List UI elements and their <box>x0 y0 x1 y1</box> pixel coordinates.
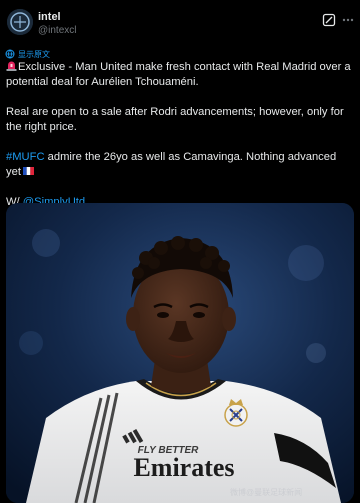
france-flag-icon <box>22 167 34 175</box>
tweet-header: intel @intexcl <box>0 0 360 46</box>
show-original-label: 显示原文 <box>18 49 50 59</box>
shirt-sponsor-text: Emirates <box>133 453 234 482</box>
tweet-paragraph-2: Real are open to a sale after Rodri adva… <box>6 106 344 133</box>
avatar[interactable] <box>7 9 33 35</box>
more-icon[interactable] <box>341 13 355 27</box>
siren-icon <box>6 61 17 71</box>
tweet-paragraph-3: #MUFC admire the 26yo as well as Camavin… <box>6 150 352 180</box>
globe-icon <box>5 49 15 59</box>
show-original-toggle[interactable]: 显示原文 <box>5 48 50 60</box>
tweet-paragraph-1: Exclusive - Man United make fresh contac… <box>6 60 352 90</box>
image-watermark: 微博@曼联足球新闻 <box>230 488 303 497</box>
handle[interactable]: @intexcl <box>38 25 77 36</box>
tweet-media-image[interactable]: FLY BETTER Emirates <box>6 203 354 503</box>
tweet-paragraph-1-text: Exclusive - Man United make fresh contac… <box>6 61 351 88</box>
tweet-paragraph-3-text: admire the 26yo as well as Camavinga. No… <box>6 151 337 178</box>
hashtag-mufc[interactable]: #MUFC <box>6 151 45 163</box>
display-name[interactable]: intel <box>38 11 61 23</box>
tweet-text: Exclusive - Man United make fresh contac… <box>6 60 352 210</box>
grok-icon[interactable] <box>322 13 336 27</box>
